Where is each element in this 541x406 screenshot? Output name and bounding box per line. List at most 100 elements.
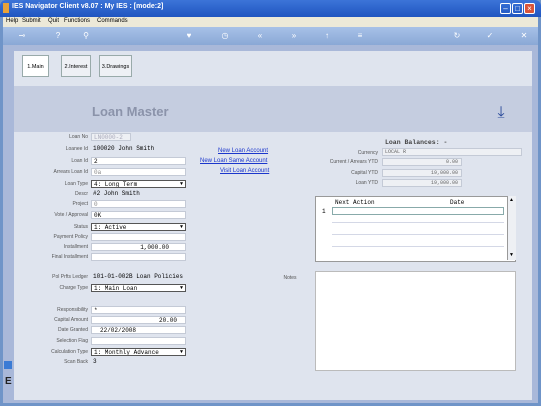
scan-back-label: Scan Back — [64, 359, 88, 365]
maximize-button[interactable]: □ — [512, 3, 523, 14]
info-icon[interactable]: E — [5, 376, 12, 387]
project-field[interactable]: 0 — [91, 200, 186, 208]
refresh-icon[interactable]: ↻ — [451, 30, 463, 42]
vote-approval-label: Vote / Approval — [54, 212, 88, 218]
window-title: IES Navigator Client v8.07 : My IES : [m… — [12, 3, 164, 10]
loan-type-label: Loan Type — [64, 181, 88, 187]
vote-approval-field[interactable]: 0K — [91, 211, 186, 219]
next-action-header: Next Action — [335, 199, 375, 206]
arrears-loan-id-field[interactable]: 0a — [91, 168, 186, 176]
up-icon[interactable]: ↑ — [321, 30, 333, 42]
new-loan-account-link[interactable]: New Loan Account — [218, 148, 268, 154]
menu-commands[interactable]: Commands — [97, 18, 128, 24]
minimize-button[interactable]: – — [500, 3, 511, 14]
notes-textarea[interactable] — [315, 271, 516, 371]
selection-flag-label: Selection Flag — [56, 338, 88, 344]
date-granted-field[interactable]: 22/02/2008 — [91, 326, 186, 334]
loan-no-field[interactable]: LN0000-2 — [91, 133, 131, 141]
chevron-down-icon[interactable]: ▼ — [178, 224, 185, 230]
calculation-type-select[interactable]: 1: Monthly Advance ▼ — [91, 348, 186, 356]
app-icon — [3, 3, 9, 13]
current-arrears-ytd-label: Current / Arrears YTD — [329, 159, 378, 165]
back-icon[interactable]: « — [254, 30, 266, 42]
menu-submit[interactable]: Submit — [22, 18, 41, 24]
loanee-id-field[interactable]: 100020 John Smith — [91, 145, 186, 153]
loan-type-value: 4: Long Term — [94, 181, 138, 188]
menu-functions[interactable]: Functions — [64, 18, 90, 24]
responsibility-field[interactable]: * — [91, 306, 186, 314]
status-select[interactable]: 1: Active ▼ — [91, 223, 186, 231]
pol-prfts-ledger-label: Pol Prfts Ledger — [52, 274, 88, 280]
loan-no-label: Loan No — [69, 134, 88, 140]
scroll-up-icon[interactable]: ▲ — [509, 197, 514, 203]
chevron-down-icon[interactable]: ▼ — [178, 285, 185, 291]
payment-policy-field[interactable] — [91, 233, 186, 241]
scroll-down-icon[interactable]: ▼ — [509, 252, 514, 258]
installment-field[interactable]: 1,000.00 — [91, 243, 186, 251]
forward-icon[interactable]: » — [288, 30, 300, 42]
date-granted-label: Date Granted — [57, 327, 88, 333]
installment-label: Installment — [63, 244, 88, 250]
loan-id-field[interactable]: 2 — [91, 157, 186, 165]
visit-loan-account-link[interactable]: Visit Loan Account — [220, 168, 269, 174]
search-icon[interactable]: ⚲ — [80, 30, 92, 42]
favorite-icon[interactable]: ♥ — [183, 30, 195, 42]
scan-back-field[interactable]: 3 — [91, 358, 186, 366]
selection-flag-field[interactable] — [91, 337, 186, 345]
current-arrears-ytd-field: 0.00 — [382, 158, 462, 166]
menu-quit[interactable]: Quit — [48, 18, 59, 24]
tab-main[interactable]: 1.Main — [22, 55, 49, 77]
descr-label: Descr — [74, 191, 88, 197]
tab-interest[interactable]: 2.Interest — [61, 55, 91, 77]
pol-prfts-ledger-field[interactable]: 101-01-002B Loan Policies — [91, 273, 221, 281]
loan-balances-title: Loan Balances: - — [385, 139, 448, 146]
final-installment-field[interactable] — [91, 253, 186, 261]
charge-type-label: Charge Type — [59, 285, 88, 291]
grid-row-divider — [332, 246, 504, 247]
arrears-loan-id-label: Arrears Loan Id — [53, 169, 88, 175]
check-icon[interactable]: ✓ — [484, 30, 496, 42]
loan-ytd-field: 19,000.00 — [382, 179, 462, 187]
grid-row-divider — [332, 222, 504, 223]
cancel-icon[interactable]: ✕ — [518, 30, 530, 42]
status-label: Status — [73, 224, 88, 230]
currency-field: LOCAL R — [382, 148, 522, 156]
download-icon[interactable]: ⤓ — [490, 104, 512, 122]
notes-label: Notes — [283, 275, 297, 281]
charge-type-select[interactable]: 1: Main Loan ▼ — [91, 284, 186, 292]
currency-label: Currency — [357, 150, 378, 156]
responsibility-label: Responsibility — [57, 307, 88, 313]
payment-policy-label: Payment Policy — [53, 234, 88, 240]
loan-ytd-label: Loan YTD — [355, 180, 378, 186]
history-icon[interactable]: ◷ — [219, 30, 231, 42]
title-bar: IES Navigator Client v8.07 : My IES : [m… — [0, 0, 541, 17]
grid-scrollbar[interactable]: ▲ ▼ — [507, 196, 516, 260]
project-label: Project — [72, 201, 88, 207]
calculation-type-value: 1: Monthly Advance — [94, 349, 159, 356]
calculation-type-label: Calculation Type — [51, 349, 88, 355]
next-action-row-input[interactable] — [332, 207, 504, 215]
loanee-id-label: Loanee Id — [65, 146, 88, 152]
page-title: Loan Master — [92, 104, 169, 119]
descr-field[interactable]: #2 John Smith — [91, 190, 186, 198]
final-installment-label: Final Installment — [51, 254, 88, 260]
tab-drawings[interactable]: 3.Drawings — [99, 55, 132, 77]
grid-row-divider — [332, 234, 504, 235]
toolbar: ⊸ ? ⚲ ♥ ◷ « » ↑ ≡ ↻ ✓ ✕ — [3, 27, 538, 45]
key-icon[interactable]: ⊸ — [10, 30, 34, 42]
capital-amount-field[interactable]: 20.00 — [91, 316, 186, 324]
capital-amount-label: Capital Amount — [54, 317, 88, 323]
capital-ytd-label: Capital YTD — [351, 170, 378, 176]
status-value: 1: Active — [94, 224, 127, 231]
side-panel-icon[interactable] — [4, 361, 12, 369]
help-icon[interactable]: ? — [52, 30, 64, 42]
new-loan-same-account-link[interactable]: New Loan Same Account — [200, 158, 267, 164]
close-button[interactable]: × — [524, 3, 535, 14]
chevron-down-icon[interactable]: ▼ — [178, 349, 185, 355]
date-header: Date — [450, 199, 465, 206]
loan-type-select[interactable]: 4: Long Term ▼ — [91, 180, 186, 188]
list-icon[interactable]: ≡ — [354, 30, 366, 42]
chevron-down-icon[interactable]: ▼ — [178, 181, 185, 187]
menu-help[interactable]: Help — [6, 18, 18, 24]
menu-bar: Help Submit Quit Functions Commands — [3, 17, 538, 27]
